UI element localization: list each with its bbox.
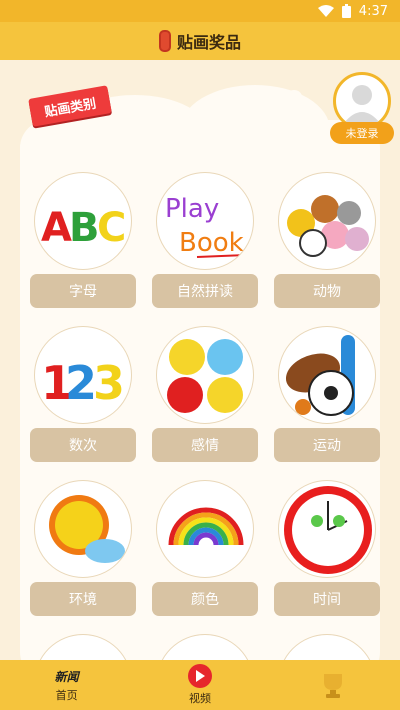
abc-letters-icon: A B C xyxy=(34,172,132,270)
nav-trophy[interactable] xyxy=(283,672,383,698)
app-header: 贴画奖品 xyxy=(0,22,400,60)
category-label: 数次 xyxy=(30,428,136,462)
nav-video[interactable]: 视频 xyxy=(150,664,250,706)
sun-cloud-icon xyxy=(34,480,132,578)
play-book-icon: Play Book xyxy=(156,172,254,270)
clock-icon xyxy=(278,480,376,578)
page-title: 贴画奖品 xyxy=(176,33,241,52)
wifi-icon xyxy=(317,5,334,17)
login-badge[interactable]: 未登录 xyxy=(330,122,394,144)
seal-logo-icon xyxy=(158,30,171,52)
bottom-nav: 新闻 首页 视频 xyxy=(0,660,400,710)
category-label: 时间 xyxy=(274,582,380,616)
small-cloud-icon xyxy=(286,90,302,104)
sports-balls-icon xyxy=(278,326,376,424)
numbers-123-icon: 1 2 3 xyxy=(34,326,132,424)
svg-text:3: 3 xyxy=(93,356,125,410)
status-time: 4:37 xyxy=(358,3,388,19)
category-label: 字母 xyxy=(30,274,136,308)
svg-text:C: C xyxy=(97,205,126,251)
nav-home-label: 首页 xyxy=(55,688,78,702)
user-silhouette-icon xyxy=(344,85,380,123)
nav-video-label: 视频 xyxy=(188,692,211,705)
nav-home[interactable]: 新闻 首页 xyxy=(17,668,117,703)
play-book-art-top: Play xyxy=(165,194,219,224)
battery-icon xyxy=(341,4,351,18)
animals-icon xyxy=(278,172,376,270)
category-label: 动物 xyxy=(274,274,380,308)
emotions-icon xyxy=(156,326,254,424)
category-label: 运动 xyxy=(274,428,380,462)
category-label: 环境 xyxy=(30,582,136,616)
trophy-icon xyxy=(324,674,343,698)
category-label: 颜色 xyxy=(152,582,258,616)
news-icon: 新闻 xyxy=(54,669,79,684)
play-book-art-bottom: Book xyxy=(179,228,244,258)
status-bar: 4:37 xyxy=(0,0,400,22)
play-icon xyxy=(187,664,212,688)
category-label: 感情 xyxy=(152,428,258,462)
category-label: 自然拼读 xyxy=(152,274,258,308)
rainbow-icon xyxy=(156,480,254,578)
svg-text:B: B xyxy=(69,205,100,251)
svg-text:A: A xyxy=(41,205,72,251)
